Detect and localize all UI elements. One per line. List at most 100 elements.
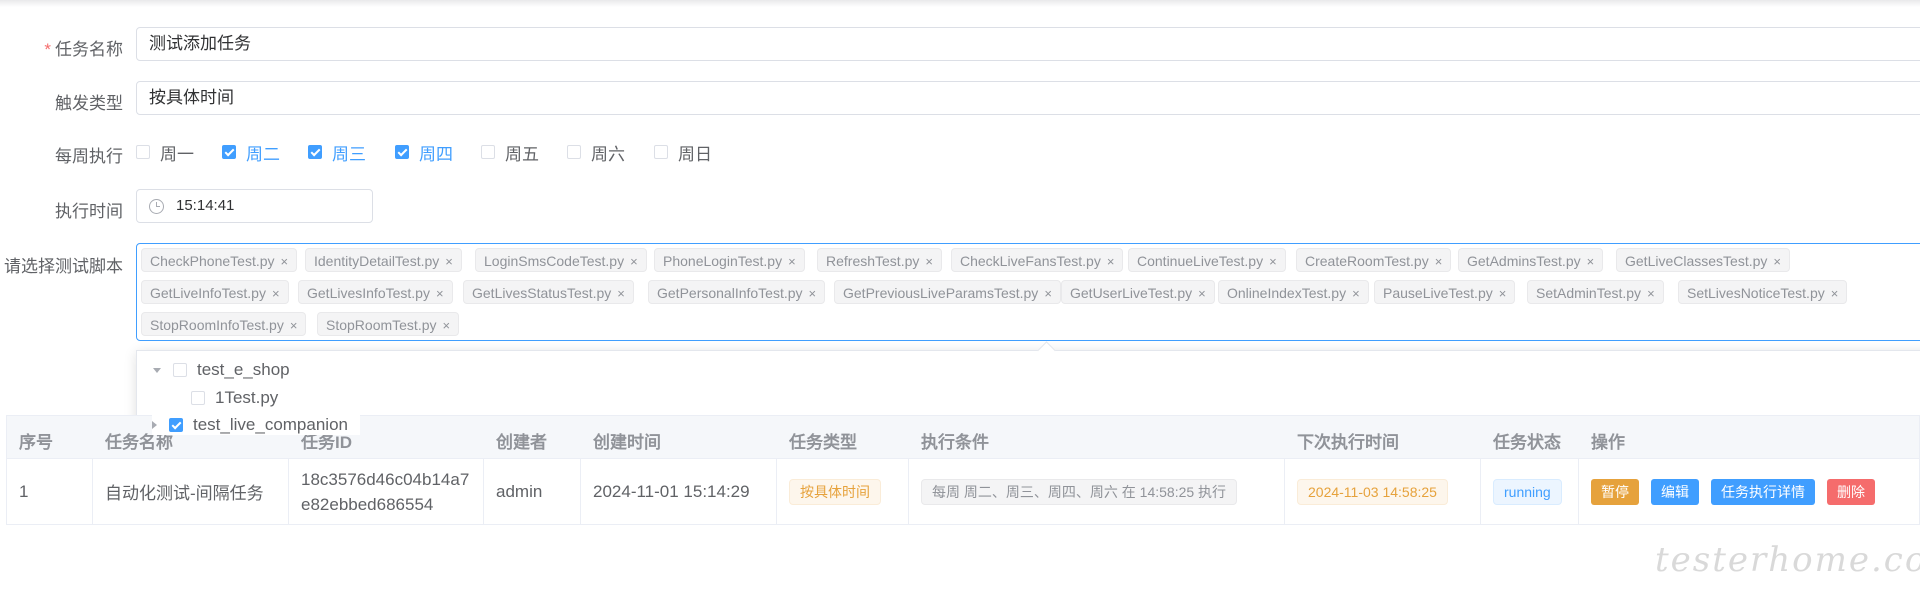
cell-index: 1 [7,459,93,524]
weekday-checkbox-mon[interactable]: 周一 [136,142,194,164]
status-badge: running [1493,478,1562,505]
close-icon[interactable]: × [272,286,280,301]
type-badge: 按具体时间 [789,478,881,505]
script-tag: GetLiveClassesTest.py × [1616,248,1790,272]
script-tag: GetUserLiveTest.py × [1061,280,1215,304]
header-actions: 操作 [1591,433,1625,452]
exec-time-value: 15:14:41 [176,197,235,214]
close-icon[interactable]: × [1269,254,1277,269]
tree-node-test-e-shop[interactable]: test_e_shop [153,360,290,380]
header-created-at: 创建时间 [593,433,661,452]
close-icon[interactable]: × [445,254,453,269]
close-icon[interactable]: × [436,286,444,301]
cell-creator: admin [484,459,581,524]
checkbox-checked-icon [308,145,322,159]
script-tag: GetAdminsTest.py × [1458,248,1604,272]
header-index: 序号 [19,433,53,452]
header-type: 任务类型 [789,433,857,452]
checkbox-box [567,145,581,159]
clock-icon [149,198,164,214]
cell-actions: 暂停 编辑 任务执行详情 删除 [1579,459,1920,524]
script-tag: PauseLiveTest.py × [1374,280,1516,304]
header-status: 任务状态 [1493,433,1561,452]
script-tag: RefreshTest.py × [817,248,942,272]
watermark: testerhome.com [1655,540,1920,580]
close-icon[interactable]: × [290,318,298,333]
script-tag: GetLivesInfoTest.py × [298,280,453,304]
weekday-checkbox-sun[interactable]: 周日 [654,142,712,164]
close-icon[interactable]: × [1587,254,1595,269]
weekday-checkbox-tue[interactable]: 周二 [222,142,280,164]
tree-node-test-live-companion[interactable]: test_live_companion [152,415,360,435]
script-tag: CreateRoomTest.py × [1296,248,1452,272]
close-icon[interactable]: × [1773,254,1781,269]
close-icon[interactable]: × [281,254,289,269]
weekly-label: 每周执行 [55,147,123,166]
cell-next-run: 2024-11-03 14:58:25 [1285,459,1481,524]
condition-badge: 每周 周二、周三、周四、周六 在 14:58:25 执行 [921,478,1238,505]
script-tag: SetAdminTest.py × [1527,280,1664,304]
script-tag: LoginSmsCodeTest.py × [475,248,647,272]
tree-checkbox-checked[interactable] [169,418,183,432]
close-icon[interactable]: × [630,254,638,269]
tree-checkbox[interactable] [191,391,205,405]
execution-details-button[interactable]: 任务执行详情 [1711,478,1815,505]
close-icon[interactable]: × [1352,286,1360,301]
script-tag: ContinueLiveTest.py × [1128,248,1286,272]
script-tag: CheckLiveFansTest.py × [951,248,1124,272]
close-icon[interactable]: × [1198,286,1206,301]
script-tag: PhoneLoginTest.py × [654,248,805,272]
script-tag: StopRoomInfoTest.py × [141,312,307,336]
scripts-label: 请选择测试脚本 [4,257,123,276]
header-next-run: 下次执行时间 [1297,433,1399,452]
script-tag: GetPersonalInfoTest.py × [648,280,826,304]
script-tag: GetLiveInfoTest.py × [141,280,289,304]
trigger-type-select[interactable]: 按具体时间 [136,81,1920,115]
trigger-type-label: 触发类型 [55,94,123,113]
task-name-input[interactable]: 测试添加任务 [136,27,1920,61]
exec-time-label: 执行时间 [55,202,123,221]
script-tag: StopRoomTest.py × [317,312,460,336]
script-tag: OnlineIndexTest.py × [1218,280,1369,304]
close-icon[interactable]: × [617,286,625,301]
close-icon[interactable]: × [1435,254,1443,269]
close-icon[interactable]: × [809,286,817,301]
tree-node-1test[interactable]: 1Test.py [191,388,278,408]
close-icon[interactable]: × [788,254,796,269]
close-icon[interactable]: × [1831,286,1839,301]
tree-checkbox[interactable] [173,363,187,377]
table-row: 1 自动化测试-间隔任务 18c3576d46c04b14a7e82ebbed6… [6,459,1920,525]
close-icon[interactable]: × [1044,286,1052,301]
checkbox-checked-icon [222,145,236,159]
close-icon[interactable]: × [1107,254,1115,269]
caret-right-icon[interactable] [152,421,157,429]
task-name-label: * 任务名称 [44,40,123,59]
caret-down-icon[interactable] [153,367,161,373]
exec-time-picker[interactable]: 15:14:41 [136,189,373,223]
close-icon[interactable]: × [1647,286,1655,301]
script-tag: GetPreviousLiveParamsTest.py × [834,280,1061,304]
cell-task-id: 18c3576d46c04b14a7e82ebbed686554 [289,459,484,524]
script-multiselect[interactable]: CheckPhoneTest.py × IdentityDetailTest.py… [136,243,1920,341]
script-tag: IdentityDetailTest.py × [305,248,462,272]
header-creator: 创建者 [496,433,547,452]
cell-type: 按具体时间 [777,459,909,524]
checkbox-checked-icon [395,145,409,159]
top-shadow [0,0,1920,7]
close-icon[interactable]: × [1499,286,1507,301]
cell-condition: 每周 周二、周三、周四、周六 在 14:58:25 执行 [909,459,1285,524]
pause-button[interactable]: 暂停 [1591,478,1639,505]
weekday-checkbox-sat[interactable]: 周六 [567,142,625,164]
cell-name: 自动化测试-间隔任务 [93,459,289,524]
checkbox-box [481,145,495,159]
weekday-checkbox-fri[interactable]: 周五 [481,142,539,164]
script-tag: SetLivesNoticeTest.py × [1678,280,1848,304]
weekday-checkbox-wed[interactable]: 周三 [308,142,366,164]
checkbox-box [136,145,150,159]
script-tag: GetLivesStatusTest.py × [463,280,634,304]
close-icon[interactable]: × [925,254,933,269]
weekday-checkbox-thu[interactable]: 周四 [395,142,453,164]
edit-button[interactable]: 编辑 [1651,478,1699,505]
close-icon[interactable]: × [443,318,451,333]
delete-button[interactable]: 删除 [1827,478,1875,505]
